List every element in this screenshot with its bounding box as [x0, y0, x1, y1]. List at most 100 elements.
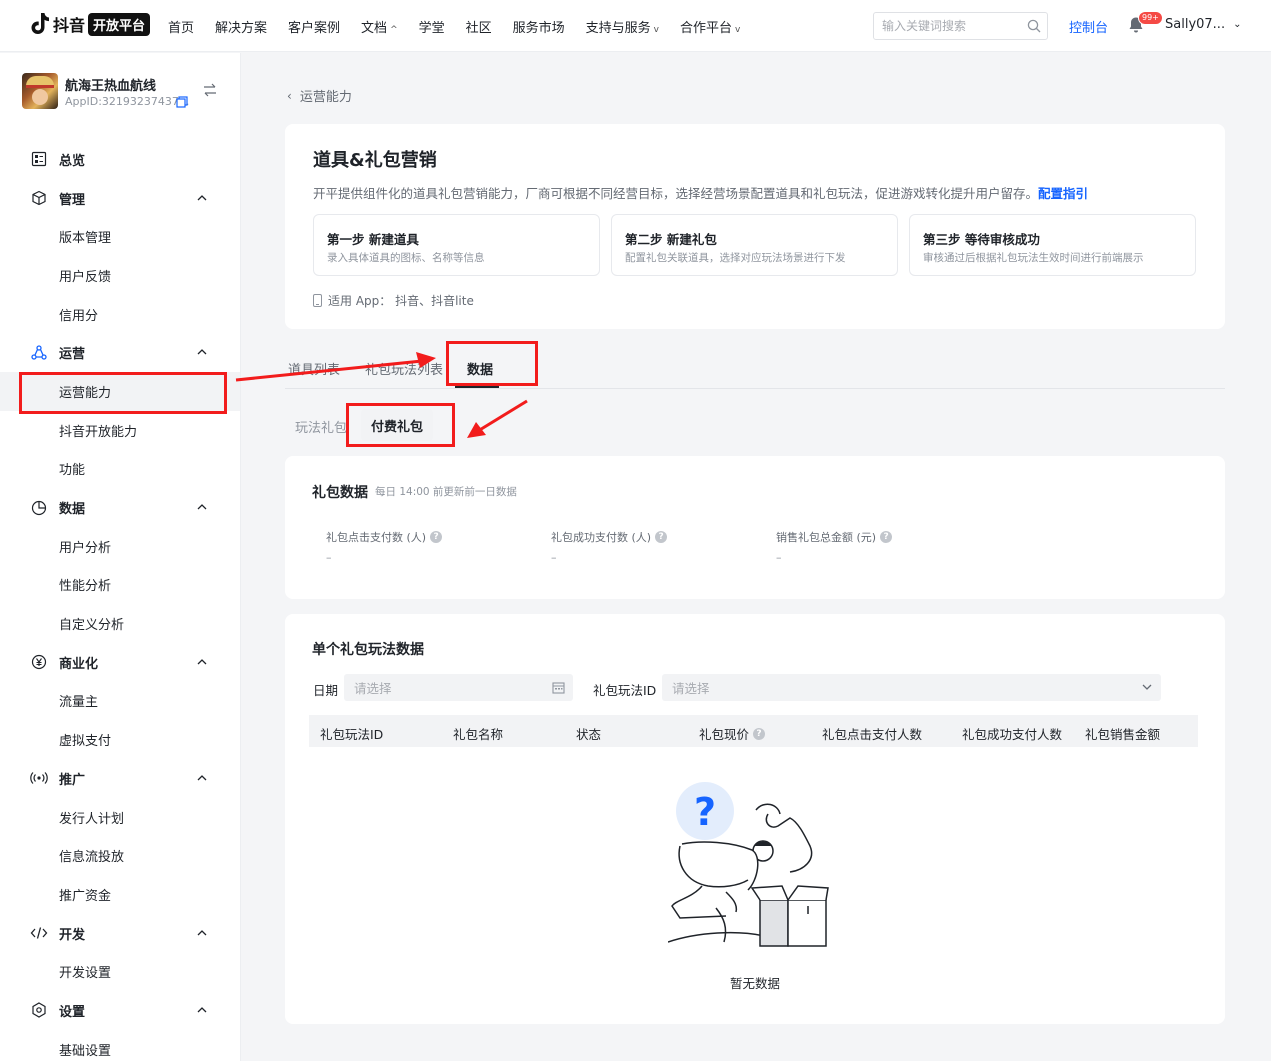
- chevron-up-icon[interactable]: [196, 192, 208, 208]
- notification-badge: 99+: [1138, 11, 1163, 25]
- sidebar-group-label: 总览: [59, 153, 86, 169]
- logo-text: 抖音: [53, 16, 86, 35]
- col-click-pay-users: 礼包点击支付人数: [822, 727, 923, 742]
- back-link[interactable]: ‹ 运营能力: [287, 86, 352, 106]
- sidebar-item[interactable]: 抖音开放能力: [0, 411, 240, 450]
- help-icon[interactable]: ?: [655, 531, 668, 543]
- search-input[interactable]: [882, 19, 1017, 33]
- sidebar-group[interactable]: 设置: [0, 991, 240, 1030]
- step-title: 第二步 新建礼包: [625, 232, 717, 247]
- console-link[interactable]: 控制台: [1069, 17, 1108, 36]
- sidebar-item[interactable]: 信用分: [0, 295, 240, 334]
- sidebar-item[interactable]: 流量主: [0, 682, 240, 721]
- nav-item[interactable]: 社区: [466, 17, 492, 36]
- pie-chart-icon: [30, 499, 48, 517]
- calendar-icon: [552, 681, 565, 697]
- app-name: 航海王热血航线: [65, 79, 157, 94]
- col-status: 状态: [576, 727, 602, 742]
- chevron-up-icon[interactable]: [196, 501, 208, 517]
- sidebar-item[interactable]: 用户反馈: [0, 256, 240, 295]
- search-box[interactable]: [873, 12, 1048, 40]
- search-icon[interactable]: [1027, 19, 1041, 37]
- help-icon[interactable]: ?: [430, 531, 443, 543]
- nav-item[interactable]: 学堂: [419, 17, 445, 36]
- nav-item[interactable]: 首页: [168, 17, 194, 36]
- sidebar-item[interactable]: 自定义分析: [0, 604, 240, 643]
- code-icon: [30, 924, 48, 942]
- step-card-1: 第一步 新建道具 录入具体道具的图标、名称等信息: [313, 214, 600, 276]
- tab-items[interactable]: 道具列表: [288, 359, 340, 378]
- intro-description: 开平提供组件化的道具礼包营销能力，厂商可根据不同经营目标，选择经营场景配置道具和…: [313, 183, 1088, 202]
- tab-gift-plays[interactable]: 礼包玩法列表: [365, 359, 443, 378]
- logo-badge: 开放平台: [88, 12, 151, 36]
- help-icon[interactable]: ?: [880, 531, 893, 543]
- annotation-box-paid-gift: [346, 403, 455, 447]
- step-card-2: 第二步 新建礼包 配置礼包关联道具，选择对应玩法场景进行下发: [611, 214, 898, 276]
- sidebar-group-label: 运营: [59, 347, 86, 363]
- copy-icon[interactable]: [176, 96, 188, 112]
- gift-data-subtitle: 每日 14:00 前更新前一日数据: [375, 486, 517, 498]
- sidebar: 航海王热血航线 AppID:32193237437... 总览 管理 版本管理 用户反…: [0, 53, 241, 1061]
- applies-app: 适用 App： 抖音、抖音lite: [313, 292, 474, 309]
- nav-item[interactable]: 解决方案: [215, 17, 267, 36]
- top-navbar: 抖音 开放平台 首页 解决方案 客户案例 文档 ^ 学堂 社区 服务市场 支持与服务 v 合作平台 v…: [0, 0, 1271, 52]
- config-guide-link[interactable]: 配置指引: [1038, 186, 1088, 201]
- sidebar-item[interactable]: 功能: [0, 450, 240, 489]
- step-title: 第三步 等待审核成功: [923, 232, 1040, 247]
- gift-play-id-select[interactable]: 请选择: [662, 674, 1161, 701]
- sidebar-group[interactable]: 总览: [0, 140, 240, 179]
- sidebar-item[interactable]: 基础设置: [0, 1030, 240, 1061]
- nav-item[interactable]: 支持与服务 v: [586, 17, 659, 36]
- metric-label: 礼包成功支付数 (人): [551, 531, 652, 544]
- user-menu[interactable]: Sally07... ⌄: [1165, 17, 1241, 32]
- chevron-up-icon[interactable]: [196, 1004, 208, 1020]
- chevron-up-icon[interactable]: [196, 656, 208, 672]
- nav-item[interactable]: 客户案例: [288, 17, 340, 36]
- nav-item[interactable]: 合作平台 v: [680, 17, 740, 36]
- sidebar-item[interactable]: 推广资金: [0, 875, 240, 914]
- nav-item-label: 客户案例: [288, 20, 341, 36]
- sidebar-item[interactable]: 信息流投放: [0, 836, 240, 875]
- sidebar-group-label: 数据: [59, 502, 86, 518]
- date-picker[interactable]: 请选择: [344, 674, 573, 701]
- col-gift-name: 礼包名称: [453, 727, 504, 742]
- step-title: 第一步 新建道具: [327, 232, 419, 247]
- metric-label: 销售礼包总金额 (元): [776, 531, 877, 544]
- nav-item-label: 支持与服务: [585, 20, 651, 36]
- subtab-play-gift[interactable]: 玩法礼包: [295, 417, 347, 436]
- step-card-3: 第三步 等待审核成功 审核通过后根据礼包玩法生效时间进行前端展示: [909, 214, 1196, 276]
- sidebar-group[interactable]: 数据: [0, 488, 240, 527]
- sidebar-item[interactable]: 运营能力: [0, 372, 240, 414]
- sidebar-group[interactable]: 管理: [0, 179, 240, 218]
- sidebar-group[interactable]: 推广: [0, 759, 240, 798]
- sidebar-group[interactable]: 开发: [0, 914, 240, 953]
- sidebar-item[interactable]: 用户分析: [0, 527, 240, 566]
- sidebar-item[interactable]: 版本管理: [0, 217, 240, 256]
- chevron-up-icon[interactable]: [196, 772, 208, 788]
- nav-item[interactable]: 文档 ^: [361, 17, 398, 36]
- nav-item-label: 社区: [465, 20, 492, 36]
- username: Sally07...: [1165, 17, 1226, 32]
- douyin-logo[interactable]: 抖音 开放平台: [30, 12, 151, 36]
- phone-icon: [313, 294, 322, 307]
- chevron-up-icon[interactable]: [196, 346, 208, 362]
- tiktok-icon: [30, 12, 50, 36]
- gift-data-card: 礼包数据 每日 14:00 前更新前一日数据 礼包点击支付数 (人)? – 礼包…: [285, 456, 1225, 599]
- sidebar-group[interactable]: 商业化: [0, 643, 240, 682]
- sidebar-item[interactable]: 发行人计划: [0, 798, 240, 837]
- sidebar-item[interactable]: 开发设置: [0, 952, 240, 991]
- metric-click-pay: 礼包点击支付数 (人)? –: [326, 529, 443, 564]
- col-success-pay-users: 礼包成功支付人数: [962, 727, 1063, 742]
- sidebar-item[interactable]: 虚拟支付: [0, 720, 240, 759]
- overview-icon: [30, 150, 48, 168]
- sidebar-group[interactable]: 运营: [0, 333, 240, 372]
- metric-label: 礼包点击支付数 (人): [326, 531, 427, 544]
- switch-app-icon[interactable]: [203, 83, 217, 101]
- sidebar-item[interactable]: 性能分析: [0, 566, 240, 605]
- help-icon[interactable]: ?: [753, 727, 766, 740]
- nav-item[interactable]: 服务市场: [513, 17, 565, 36]
- single-gift-title: 单个礼包玩法数据: [312, 642, 424, 658]
- chevron-up-icon[interactable]: [196, 927, 208, 943]
- nav-item-label: 学堂: [418, 20, 445, 36]
- sidebar-menu: 总览管理 版本管理 用户反馈 信用分运营运营能力 抖音开放能力 功能数据用户分析 性能分析自…: [0, 140, 240, 1061]
